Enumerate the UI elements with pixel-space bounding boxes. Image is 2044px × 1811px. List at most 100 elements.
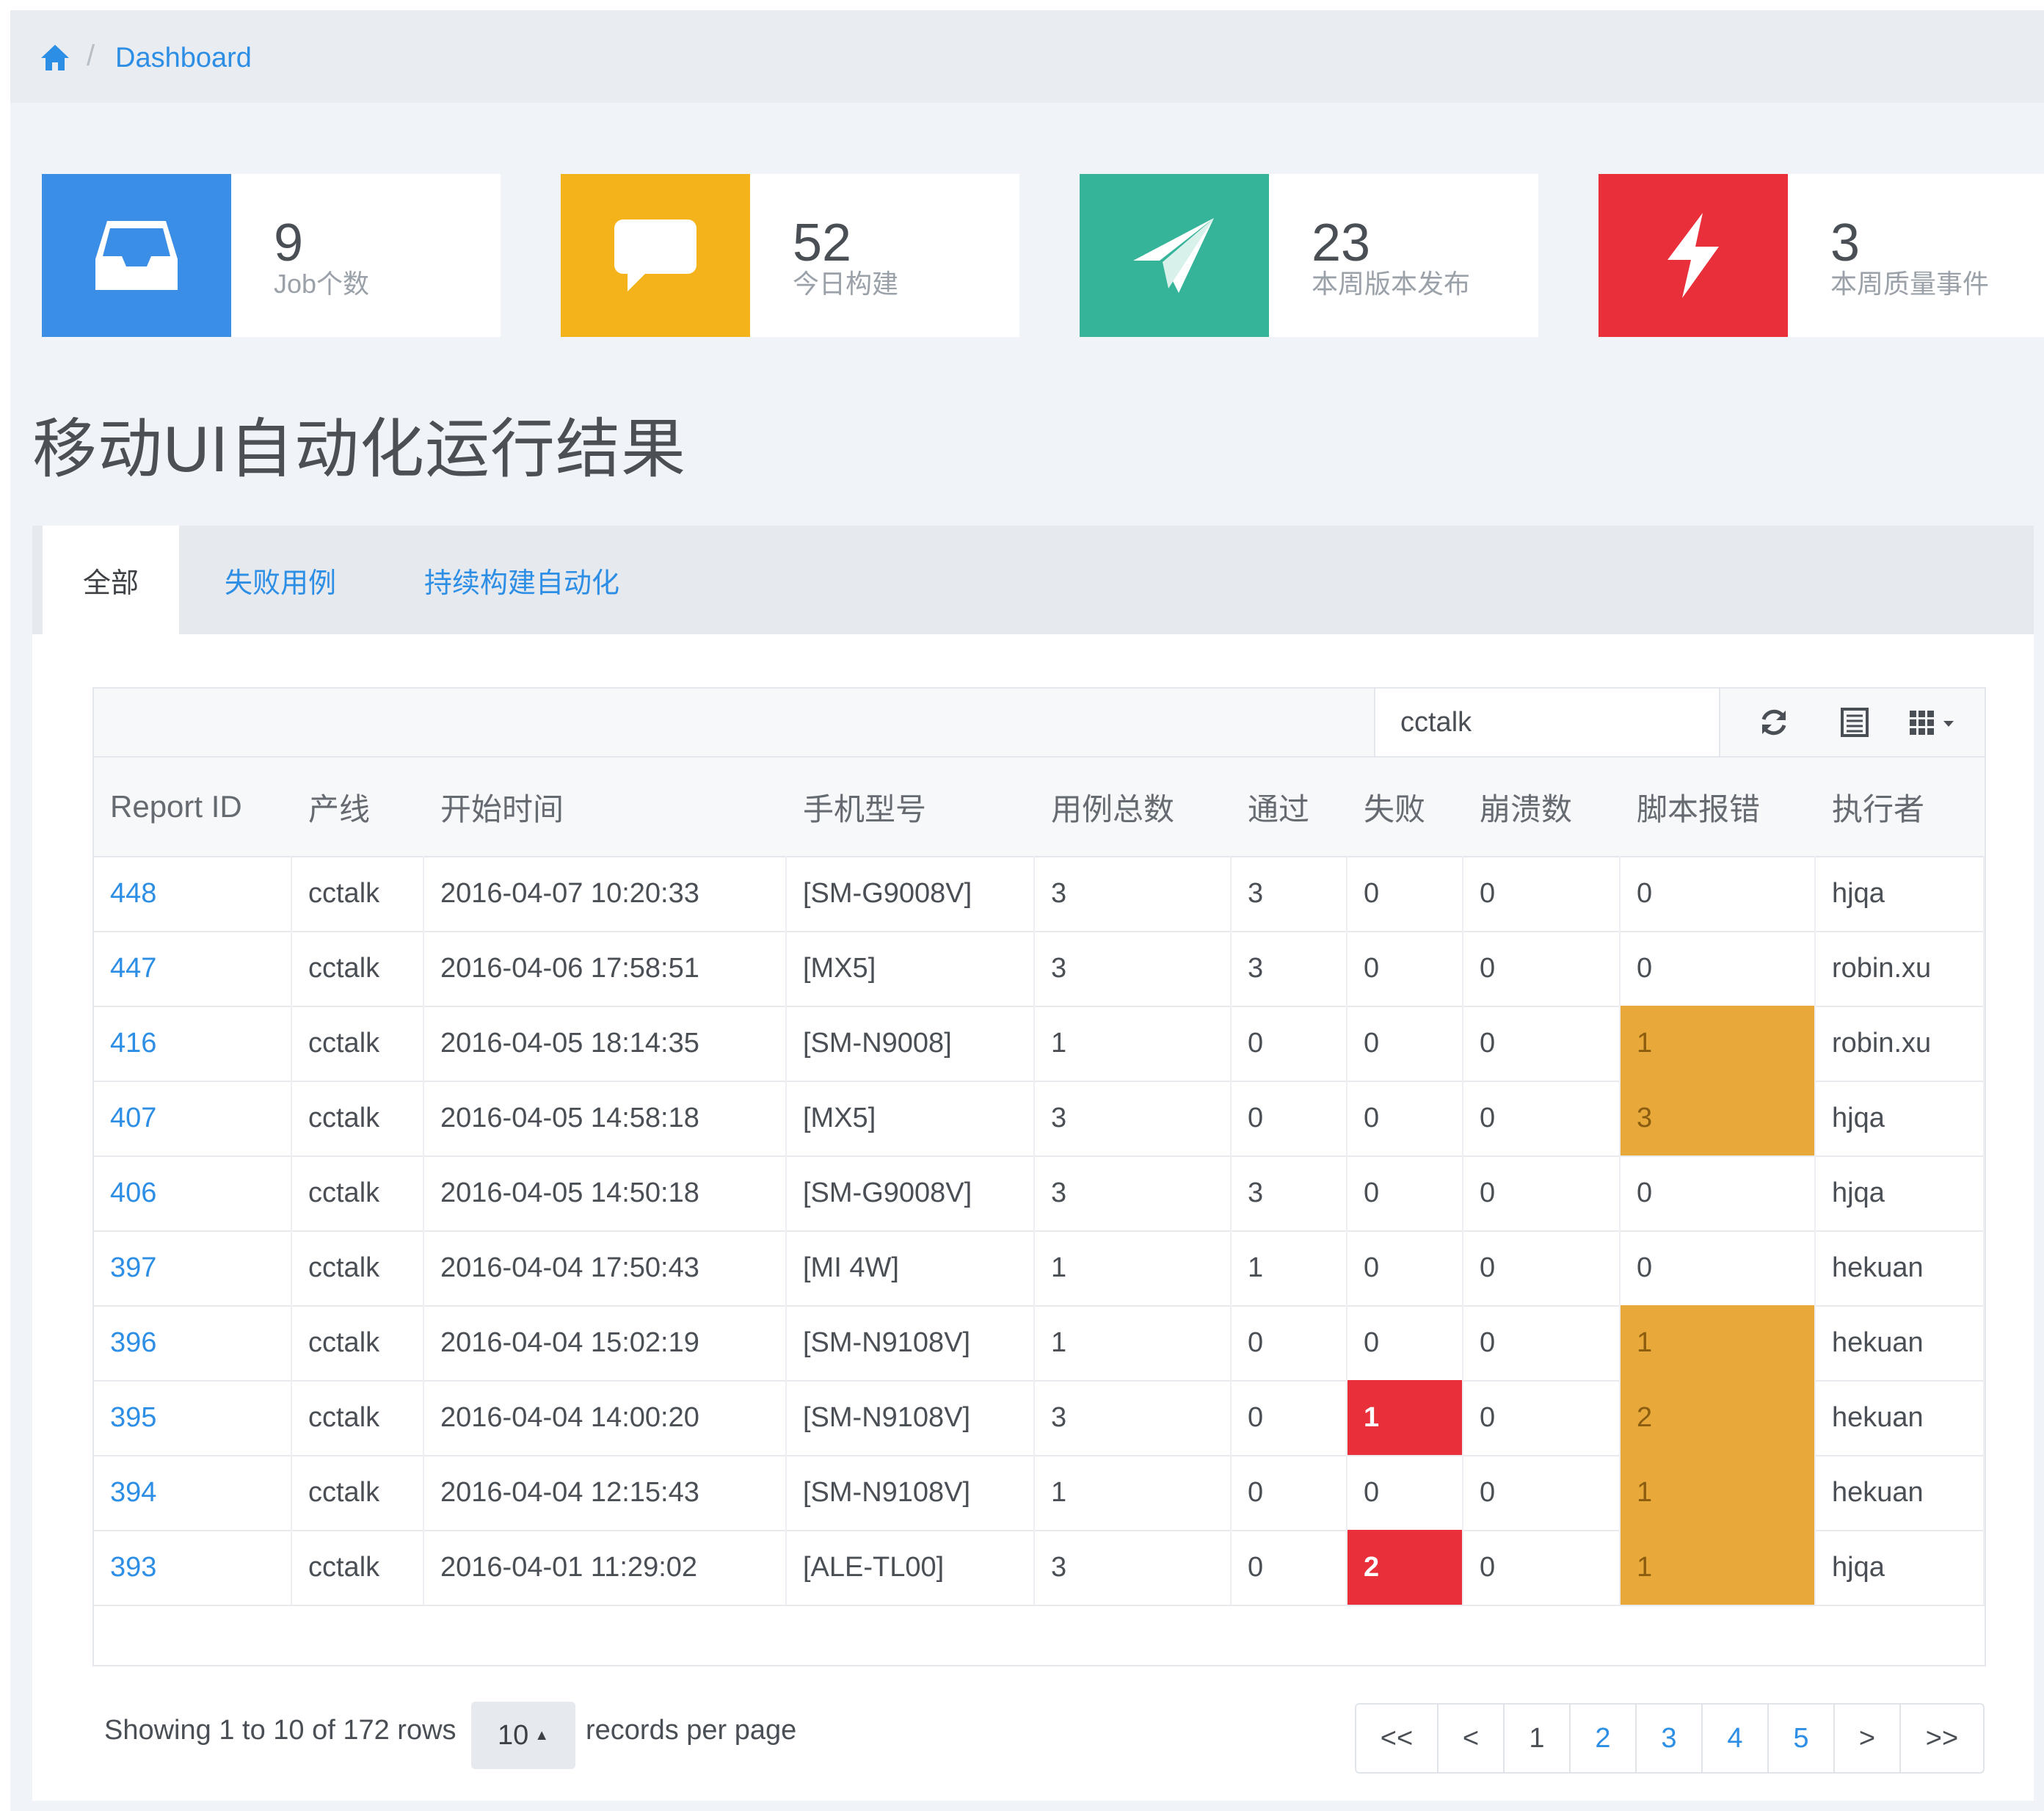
report-id-link[interactable]: 406 (94, 1155, 292, 1230)
table-cell: 2 (1621, 1380, 1816, 1455)
table-cell: 2016-04-06 17:58:51 (424, 931, 787, 1006)
table-cell: 2016-04-04 17:50:43 (424, 1230, 787, 1305)
breadcrumb-separator: / (87, 40, 95, 72)
table-cell: 0 (1347, 931, 1463, 1006)
results-table: Report ID 产线 开始时间 手机型号 用例总数 通过 失败 崩溃数 脚本… (92, 687, 1986, 1666)
report-id-link[interactable]: 395 (94, 1380, 292, 1455)
table-cell: 0 (1347, 1006, 1463, 1081)
page-size-dropdown[interactable]: 10 ▲ (471, 1702, 575, 1769)
tab-ci-automation[interactable]: 持续构建自动化 (424, 526, 619, 634)
columns-dropdown-button[interactable] (1901, 699, 1967, 746)
report-id-link[interactable]: 396 (94, 1305, 292, 1380)
tab-label: 持续构建自动化 (424, 567, 620, 599)
table-cell: 3 (1232, 1155, 1347, 1230)
table-row: 447 cctalk 2016-04-06 17:58:51 [MX5] 3 3 0 0 0 ro… (94, 931, 1985, 1007)
toggle-view-button[interactable] (1829, 699, 1880, 746)
table-cell: 0 (1232, 1380, 1347, 1455)
table-cell: hekuan (1816, 1380, 1985, 1455)
report-id-link[interactable]: 397 (94, 1230, 292, 1305)
table-cell: cctalk (292, 1081, 424, 1155)
header-total-cases[interactable]: 用例总数 (1051, 758, 1174, 856)
refresh-icon (1761, 709, 1786, 736)
page-button[interactable]: << (1356, 1705, 1439, 1772)
header-crashes[interactable]: 崩溃数 (1480, 758, 1572, 856)
page-button[interactable]: > (1835, 1705, 1901, 1772)
search-input[interactable] (1374, 689, 1720, 756)
header-failed[interactable]: 失败 (1364, 758, 1425, 856)
stat-card-builds[interactable]: 52 今日构建 (561, 174, 1019, 337)
table-row: 394 cctalk 2016-04-04 12:15:43 [SM-N9108V] 1… (94, 1455, 1985, 1531)
table-cell: 1 (1621, 1530, 1816, 1605)
report-id-link[interactable]: 416 (94, 1006, 292, 1081)
page-button[interactable]: < (1439, 1705, 1505, 1772)
page-button[interactable]: 3 (1637, 1705, 1703, 1772)
table-cell: cctalk (292, 1230, 424, 1305)
stat-label: 今日构建 (793, 269, 899, 299)
table-cell: 1 (1035, 1230, 1232, 1305)
table-cell: [SM-N9108V] (787, 1305, 1035, 1380)
table-cell: [SM-N9108V] (787, 1455, 1035, 1530)
report-id-link[interactable]: 394 (94, 1455, 292, 1530)
table-cell: 3 (1035, 1081, 1232, 1155)
page-button[interactable]: 5 (1769, 1705, 1835, 1772)
report-id-link[interactable]: 447 (94, 931, 292, 1006)
table-toolbar (94, 689, 1985, 758)
table-cell: 0 (1621, 856, 1816, 931)
table-cell: 1 (1621, 1455, 1816, 1530)
header-report-id[interactable]: Report ID (110, 758, 242, 856)
page-title: 移动UI自动化运行结果 (32, 413, 687, 485)
inbox-icon (95, 221, 178, 290)
table-cell: cctalk (292, 1530, 424, 1605)
table-cell: 0 (1232, 1455, 1347, 1530)
stat-label: 本周版本发布 (1312, 269, 1471, 299)
report-id-link[interactable]: 407 (94, 1081, 292, 1155)
table-cell: 0 (1463, 856, 1621, 931)
table-cell: [MX5] (787, 1081, 1035, 1155)
stat-icon-box (1599, 174, 1788, 337)
table-cell: hjqa (1816, 1530, 1985, 1605)
table-cell: 3 (1035, 1530, 1232, 1605)
tab-all[interactable]: 全部 (43, 526, 179, 634)
report-id-link[interactable]: 393 (94, 1530, 292, 1605)
page-button[interactable]: >> (1901, 1705, 1983, 1772)
header-phone-model[interactable]: 手机型号 (803, 758, 926, 856)
table-cell: 0 (1347, 1230, 1463, 1305)
header-start-time[interactable]: 开始时间 (440, 758, 564, 856)
pagination: << <1 2 3 4 5 > >> (1355, 1703, 1985, 1774)
table-cell: 2016-04-04 15:02:19 (424, 1305, 787, 1380)
header-executor[interactable]: 执行者 (1832, 758, 1924, 856)
table-cell: 0 (1463, 1081, 1621, 1155)
stat-card-quality-events[interactable]: 3 本周质量事件 (1599, 174, 2044, 337)
table-cell: [SM-G9008V] (787, 856, 1035, 931)
table-cell: 0 (1463, 1380, 1621, 1455)
tab-failed-cases[interactable]: 失败用例 (225, 526, 336, 634)
header-passed[interactable]: 通过 (1248, 758, 1309, 856)
table-cell: 1 (1621, 1305, 1816, 1380)
tab-bar: 全部 失败用例 持续构建自动化 (32, 526, 2034, 634)
home-icon[interactable] (40, 43, 70, 72)
table-cell: 0 (1463, 931, 1621, 1006)
stat-number: 9 (274, 214, 304, 272)
columns-grid-icon (1910, 711, 1954, 735)
table-cell: 0 (1463, 1006, 1621, 1081)
page-button[interactable]: 1 (1505, 1705, 1571, 1772)
table-cell: 3 (1035, 856, 1232, 931)
page-button[interactable]: 2 (1571, 1705, 1637, 1772)
table-cell: 2016-04-07 10:20:33 (424, 856, 787, 931)
stat-card-releases[interactable]: 23 本周版本发布 (1080, 174, 1538, 337)
header-product-line[interactable]: 产线 (308, 758, 370, 856)
table-cell: 0 (1232, 1305, 1347, 1380)
stat-card-jobs[interactable]: 9 Job个数 (42, 174, 501, 337)
breadcrumb-dashboard-link[interactable]: Dashboard (115, 43, 252, 74)
refresh-button[interactable] (1748, 699, 1800, 746)
table-cell: hekuan (1816, 1455, 1985, 1530)
table-cell: 0 (1463, 1155, 1621, 1230)
page-button[interactable]: 4 (1703, 1705, 1769, 1772)
table-cell: 0 (1621, 931, 1816, 1006)
table-cell: cctalk (292, 1155, 424, 1230)
table-cell: cctalk (292, 1380, 424, 1455)
report-id-link[interactable]: 448 (94, 856, 292, 931)
table-cell: 0 (1463, 1305, 1621, 1380)
header-script-errors[interactable]: 脚本报错 (1637, 758, 1760, 856)
stat-number: 23 (1312, 214, 1371, 272)
